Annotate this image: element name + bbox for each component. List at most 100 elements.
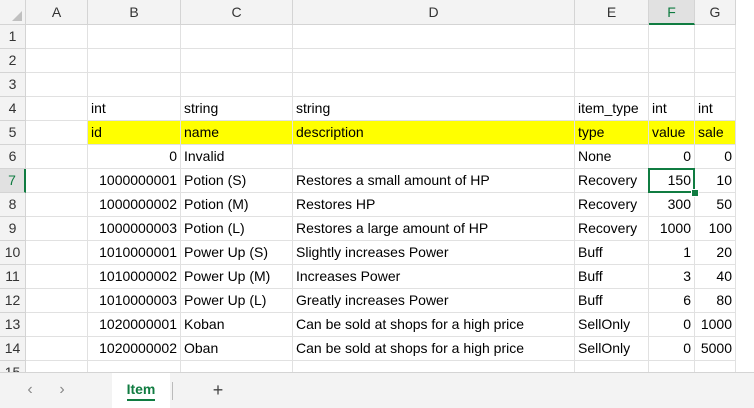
row-header-8[interactable]: 8 <box>0 193 26 217</box>
cell-g6[interactable]: 0 <box>695 145 736 169</box>
cell-b11[interactable]: 1010000002 <box>88 265 181 289</box>
cell-g12[interactable]: 80 <box>695 289 736 313</box>
cell-c12[interactable]: Power Up (L) <box>181 289 293 313</box>
cell-e11[interactable]: Buff <box>575 265 649 289</box>
cell-a11[interactable] <box>26 265 88 289</box>
row-header-2[interactable]: 2 <box>0 49 26 73</box>
cell-d11[interactable]: Increases Power <box>293 265 575 289</box>
cell-b6[interactable]: 0 <box>88 145 181 169</box>
cell-c14[interactable]: Oban <box>181 337 293 361</box>
cell-f1[interactable] <box>649 25 695 49</box>
cell-d4[interactable]: string <box>293 97 575 121</box>
cell-f7[interactable]: 150 <box>649 169 695 193</box>
cell-b1[interactable] <box>88 25 181 49</box>
cell-a10[interactable] <box>26 241 88 265</box>
cell-b10[interactable]: 1010000001 <box>88 241 181 265</box>
cell-d8[interactable]: Restores HP <box>293 193 575 217</box>
cell-d2[interactable] <box>293 49 575 73</box>
cell-d12[interactable]: Greatly increases Power <box>293 289 575 313</box>
row-header-4[interactable]: 4 <box>0 97 26 121</box>
cell-c13[interactable]: Koban <box>181 313 293 337</box>
cell-e3[interactable] <box>575 73 649 97</box>
cell-e2[interactable] <box>575 49 649 73</box>
cell-g13[interactable]: 1000 <box>695 313 736 337</box>
cell-d15[interactable] <box>293 361 575 372</box>
row-header-6[interactable]: 6 <box>0 145 26 169</box>
cell-g3[interactable] <box>695 73 736 97</box>
row-header-1[interactable]: 1 <box>0 25 26 49</box>
row-header-11[interactable]: 11 <box>0 265 26 289</box>
cell-e13[interactable]: SellOnly <box>575 313 649 337</box>
cell-d9[interactable]: Restores a large amount of HP <box>293 217 575 241</box>
cell-b15[interactable] <box>88 361 181 372</box>
cell-c2[interactable] <box>181 49 293 73</box>
cell-e6[interactable]: None <box>575 145 649 169</box>
cell-f14[interactable]: 0 <box>649 337 695 361</box>
row-header-9[interactable]: 9 <box>0 217 26 241</box>
add-sheet-button[interactable]: + <box>208 379 228 401</box>
cell-a4[interactable] <box>26 97 88 121</box>
cell-g15[interactable] <box>695 361 736 372</box>
column-header-e[interactable]: E <box>575 0 649 25</box>
cell-g5[interactable]: sale <box>695 121 736 145</box>
column-header-b[interactable]: B <box>88 0 181 25</box>
cell-a14[interactable] <box>26 337 88 361</box>
cell-b5[interactable]: id <box>88 121 181 145</box>
cell-e9[interactable]: Recovery <box>575 217 649 241</box>
cell-g14[interactable]: 5000 <box>695 337 736 361</box>
cell-f13[interactable]: 0 <box>649 313 695 337</box>
sheet-tab-item[interactable]: Item <box>112 373 170 408</box>
cell-a9[interactable] <box>26 217 88 241</box>
row-header-7[interactable]: 7 <box>0 169 26 193</box>
cell-b8[interactable]: 1000000002 <box>88 193 181 217</box>
cell-d3[interactable] <box>293 73 575 97</box>
cell-c1[interactable] <box>181 25 293 49</box>
cell-e1[interactable] <box>575 25 649 49</box>
cell-b7[interactable]: 1000000001 <box>88 169 181 193</box>
cell-b2[interactable] <box>88 49 181 73</box>
row-header-10[interactable]: 10 <box>0 241 26 265</box>
cell-d7[interactable]: Restores a small amount of HP <box>293 169 575 193</box>
cell-d13[interactable]: Can be sold at shops for a high price <box>293 313 575 337</box>
cell-c15[interactable] <box>181 361 293 372</box>
row-header-14[interactable]: 14 <box>0 337 26 361</box>
cell-g7[interactable]: 10 <box>695 169 736 193</box>
cell-f11[interactable]: 3 <box>649 265 695 289</box>
cell-g11[interactable]: 40 <box>695 265 736 289</box>
cell-e12[interactable]: Buff <box>575 289 649 313</box>
cell-g1[interactable] <box>695 25 736 49</box>
cell-d1[interactable] <box>293 25 575 49</box>
cell-c7[interactable]: Potion (S) <box>181 169 293 193</box>
cell-g4[interactable]: int <box>695 97 736 121</box>
cell-c10[interactable]: Power Up (S) <box>181 241 293 265</box>
cell-d10[interactable]: Slightly increases Power <box>293 241 575 265</box>
row-header-12[interactable]: 12 <box>0 289 26 313</box>
cell-a12[interactable] <box>26 289 88 313</box>
cell-f10[interactable]: 1 <box>649 241 695 265</box>
cell-b4[interactable]: int <box>88 97 181 121</box>
cell-f5[interactable]: value <box>649 121 695 145</box>
cell-g10[interactable]: 20 <box>695 241 736 265</box>
cell-a6[interactable] <box>26 145 88 169</box>
column-header-c[interactable]: C <box>181 0 293 25</box>
column-header-g[interactable]: G <box>695 0 736 25</box>
cell-c9[interactable]: Potion (L) <box>181 217 293 241</box>
cell-f15[interactable] <box>649 361 695 372</box>
row-header-15[interactable]: 15 <box>0 361 26 372</box>
cell-e8[interactable]: Recovery <box>575 193 649 217</box>
row-header-3[interactable]: 3 <box>0 73 26 97</box>
cell-e15[interactable] <box>575 361 649 372</box>
cell-a7[interactable] <box>26 169 88 193</box>
cell-b9[interactable]: 1000000003 <box>88 217 181 241</box>
row-header-5[interactable]: 5 <box>0 121 26 145</box>
cell-c8[interactable]: Potion (M) <box>181 193 293 217</box>
cell-e10[interactable]: Buff <box>575 241 649 265</box>
cell-g2[interactable] <box>695 49 736 73</box>
cell-d5[interactable]: description <box>293 121 575 145</box>
cell-e5[interactable]: type <box>575 121 649 145</box>
next-sheet-button[interactable]: › <box>54 381 70 399</box>
spreadsheet-grid[interactable]: A B C D E F G 1 2 3 4 int string string item_type int in… <box>0 0 754 372</box>
cell-d14[interactable]: Can be sold at shops for a high price <box>293 337 575 361</box>
cell-c5[interactable]: name <box>181 121 293 145</box>
cell-f3[interactable] <box>649 73 695 97</box>
